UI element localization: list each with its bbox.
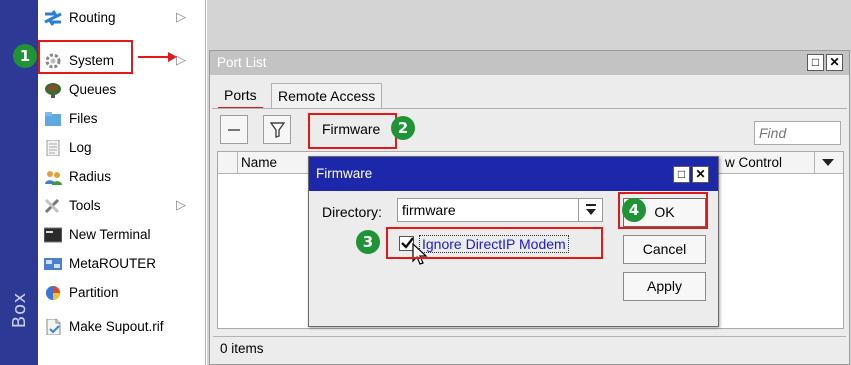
filter-button[interactable] [263,115,291,144]
sidebar-item-label: MetaROUTER [69,256,157,271]
filter-icon [270,122,285,138]
sidebar-item-label: Make Supout.rif [69,319,164,334]
directory-field[interactable]: firmware [397,198,603,222]
sidebar-item-queues[interactable]: Queues [38,75,204,104]
column-chooser-button[interactable] [814,152,842,174]
sidebar-item-label: Log [69,140,92,155]
sidebar-item-routing[interactable]: Routing ▷ [38,3,204,32]
sidebar-item-label: Tools [69,198,101,213]
window-title: Port List [217,55,267,70]
directory-dropdown-button[interactable] [578,199,602,221]
sidebar-item-log[interactable]: Log [38,133,204,162]
submenu-arrow-icon: ▷ [176,9,186,24]
close-icon: ✕ [695,167,706,181]
dialog-maximize-button[interactable]: □ [673,166,690,183]
queues-icon [44,82,62,98]
column-header-name[interactable]: Name [241,155,277,170]
directory-label: Directory: [322,204,382,220]
cancel-button[interactable]: Cancel [623,235,706,264]
close-button[interactable]: ✕ [826,54,843,71]
sidebar-item-label: Routing [69,10,116,25]
minus-icon [228,129,240,131]
step-badge-2: 2 [391,116,415,140]
routing-icon [44,9,62,26]
red-arrow-icon [138,52,177,62]
step-badge-4: 4 [622,198,646,222]
tab-divider [212,108,847,109]
dialog-titlebar[interactable]: Firmware □ ✕ [309,157,718,191]
maximize-icon: □ [677,167,686,181]
directory-value: firmware [402,202,456,218]
sidebar-item-partition[interactable]: Partition [38,278,204,307]
status-bar: 0 items [213,336,846,360]
column-header-flow-control[interactable]: w Control [725,155,782,170]
dialog-title: Firmware [316,166,373,181]
sidebar-item-label: New Terminal [69,227,151,242]
document-icon [44,318,62,335]
step-badge-3: 3 [356,230,380,254]
sidebar-item-label: Queues [69,82,117,97]
sidebar-item-label: Partition [69,285,119,300]
port-list-titlebar[interactable]: Port List □ ✕ [210,51,849,75]
sidebar-item-files[interactable]: Files [38,104,204,133]
partition-pie-icon [44,285,62,301]
close-icon: ✕ [829,55,840,69]
remove-button[interactable] [220,115,248,144]
dropdown-arrow-icon [822,159,834,166]
step-badge-1: 1 [13,44,37,68]
highlight-ignore-directip [386,227,603,259]
tab-remote-access[interactable]: Remote Access [271,83,383,109]
sidebar-item-radius[interactable]: Radius [38,162,204,191]
apply-button[interactable]: Apply [623,272,706,301]
sidebar-item-tools[interactable]: Tools ▷ [38,191,204,220]
sidebar-item-label: Radius [69,169,112,184]
sidebar-item-metarouter[interactable]: MetaROUTER [38,249,204,278]
dialog-close-button[interactable]: ✕ [692,166,709,183]
terminal-icon [43,227,63,243]
sidebar-item-new-terminal[interactable]: New Terminal [38,220,204,249]
maximize-icon: □ [811,55,820,69]
log-icon [44,139,62,156]
column-marker [226,152,238,174]
brand-strip-text: Box [9,291,30,329]
radius-users-icon [44,169,62,185]
find-input[interactable] [754,121,841,145]
tab-ports[interactable]: Ports [218,83,263,109]
highlight-system [38,40,133,74]
dropdown-arrow-icon [586,204,596,215]
sidebar-item-make-supout[interactable]: Make Supout.rif [38,312,204,341]
maximize-button[interactable]: □ [807,54,824,71]
item-count-status: 0 items [220,341,264,356]
tools-icon [44,198,62,214]
submenu-arrow-icon: ▷ [176,197,186,212]
folder-icon [44,111,62,127]
highlight-firmware [308,113,397,149]
metarouter-icon [44,256,62,272]
sidebar-item-label: Files [69,111,98,126]
